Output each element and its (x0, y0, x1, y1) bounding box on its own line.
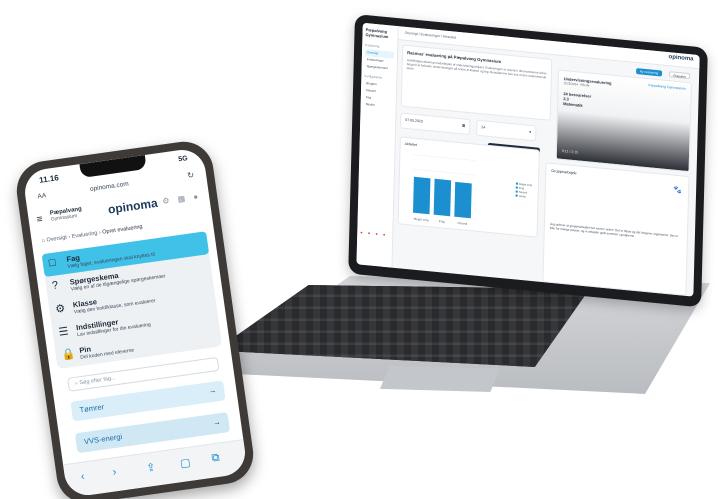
sidebar-item-sporgeskemaer[interactable]: Spørgeskemaer (365, 63, 394, 73)
chart-gridline (412, 154, 477, 161)
arrow-right-icon: → (208, 385, 217, 396)
text-size-button[interactable]: AA (37, 192, 47, 200)
breadcrumb-item[interactable]: Oversigt (46, 235, 67, 244)
subject-label: Tømrer (79, 402, 105, 415)
laptop-screen: Pæpalvang Gymnasium Evaluering Oversigt … (356, 22, 700, 297)
phone-mockup: 11.16 5G AA opinoma.com ↻ ≡ Pæpalvang Gy… (0, 135, 277, 499)
group-text: Jeg oplever at gruppearbejdet har været … (549, 221, 679, 239)
date-field[interactable]: 07.05.2023 ▦ (400, 112, 471, 136)
breadcrumb-current: Opret evaluering (101, 224, 143, 236)
count-field[interactable]: 24 ● (476, 119, 537, 142)
video-card[interactable]: Undervisningsevaluering 2023/2024 · Efte… (555, 69, 692, 173)
app-main: Rasmus' evaluering på Pæpalvang Gymnasiu… (397, 44, 696, 296)
wizard-steps: □ Fag Vælg faget, evalueringen skal knyt… (41, 231, 223, 370)
group-card: Gruppearbejde 🐾 Jeg oplever at gruppearb… (542, 162, 690, 296)
chart-bar[interactable] (454, 181, 472, 219)
date-value: 07.05.2023 (405, 117, 423, 124)
header-icons[interactable]: ⚙ ▦ ● (162, 192, 202, 206)
search-placeholder: Søg efter fag... (79, 375, 116, 387)
question-icon: ? (51, 279, 60, 293)
url-text[interactable]: opinoma.com (90, 181, 130, 193)
new-evaluation-button[interactable]: Ny evaluering (635, 68, 663, 77)
brand-logo: opinoma (107, 195, 159, 217)
app-sidebar: Pæpalvang Gymnasium Evaluering Oversigt … (356, 22, 399, 268)
chart-gridline (412, 168, 477, 176)
sidebar-footer-icons[interactable]: ● ● ● ● (360, 230, 387, 238)
breadcrumb-item[interactable]: Evaluering (71, 230, 98, 240)
video-timestamp: 0:11 / 2:15 (561, 148, 579, 155)
legend-item: Uenig (516, 195, 526, 199)
school-logo: Pæpalvang Gymnasium (50, 206, 83, 222)
export-button[interactable]: Eksporter (669, 71, 691, 80)
brand-logo: opinoma (668, 54, 694, 63)
phone-screen: 11.16 5G AA opinoma.com ↻ ≡ Pæpalvang Gy… (21, 146, 249, 499)
reload-icon[interactable]: ↻ (187, 170, 195, 180)
laptop-lid: Pæpalvang Gymnasium Evaluering Oversigt … (348, 14, 708, 308)
tabs-icon[interactable]: ⧉ (211, 452, 221, 466)
paw-icon: 🐾 (673, 186, 683, 195)
breadcrumb: Oversigt / Evalueringer / Resultat (404, 30, 457, 40)
share-icon[interactable]: ⇪ (146, 461, 157, 475)
back-icon[interactable]: ‹ (80, 471, 85, 483)
hamburger-icon[interactable]: ≡ (36, 214, 43, 226)
lock-icon: 🔒 (61, 347, 77, 362)
chart-tick-label: Neutral (458, 221, 468, 226)
phone-shell: 11.16 5G AA opinoma.com ↻ ≡ Pæpalvang Gy… (12, 137, 258, 499)
home-icon[interactable]: ⌂ (41, 238, 45, 244)
status-time: 11.16 (38, 173, 60, 185)
book-icon: □ (48, 256, 57, 270)
sliders-icon: ☰ (57, 325, 70, 339)
chart-card: Aktivitet Meget enig Enig Neutral Meget en… (397, 136, 540, 238)
intro-card: Rasmus' evaluering på Pæpalvang Gymnasiu… (400, 44, 553, 121)
subject-label: VVS-energi (83, 431, 123, 447)
laptop-trackpad (380, 366, 500, 392)
count-value: 24 (481, 125, 486, 130)
bookmarks-icon[interactable]: ▢ (179, 456, 191, 470)
chart-bar[interactable] (412, 176, 431, 215)
class-icon: ⚙ (54, 302, 67, 316)
arrow-right-icon: → (212, 417, 222, 428)
signal-icon: 5G (177, 155, 189, 164)
sidebar-item-skolen[interactable]: Skolen (364, 101, 393, 111)
school-logo: Pæpalvang Gymnasium (365, 27, 389, 40)
chart-legend: Meget enig Enig Neutral Uenig (516, 183, 532, 200)
chart-tick-label: Meget enig (414, 217, 429, 222)
forward-icon[interactable]: › (112, 466, 117, 478)
calendar-icon[interactable]: ▦ (462, 123, 465, 127)
chart-tick-label: Enig (439, 219, 445, 224)
users-icon: ● (529, 129, 532, 134)
chart-bar[interactable] (433, 178, 452, 217)
group-title: Gruppearbejde (551, 168, 577, 176)
bar-chart: Meget enig Enig Neutral (410, 154, 477, 226)
